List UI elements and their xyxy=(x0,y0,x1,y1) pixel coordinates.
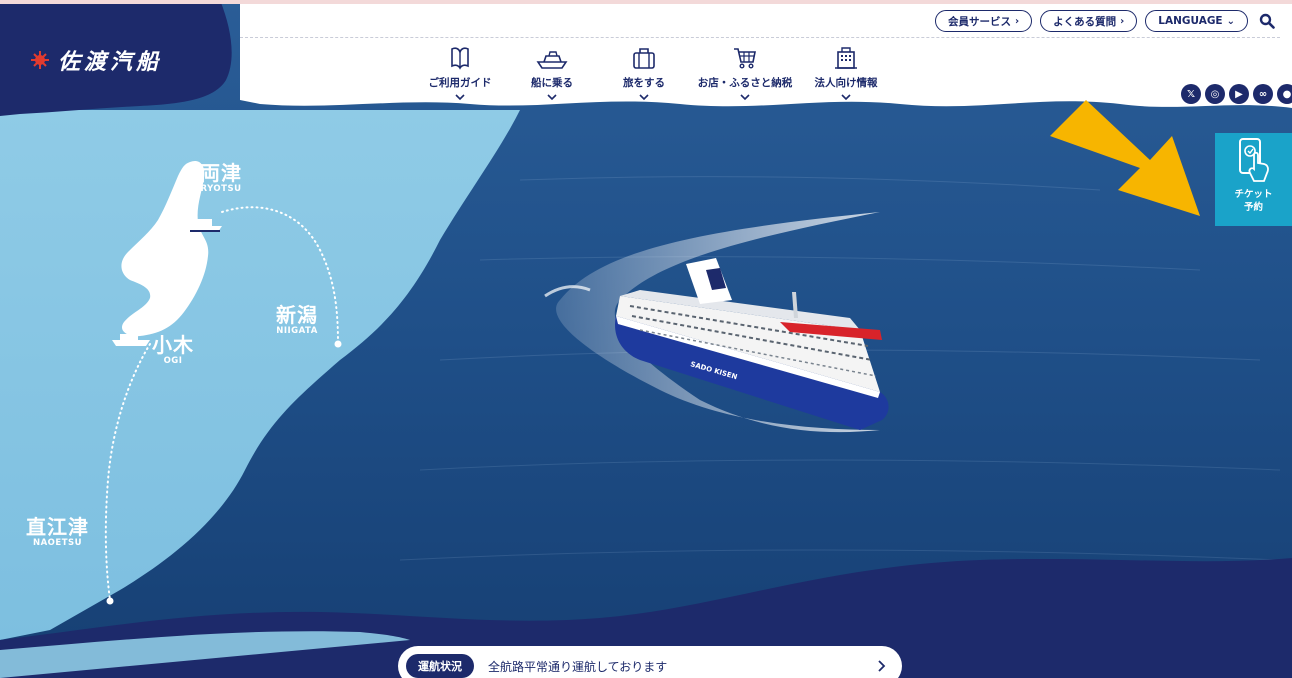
nav-label-ride: 船に乗る xyxy=(531,77,573,89)
social-links: 𝕏 ◎ ▶ ∞ ● xyxy=(1181,84,1292,104)
instagram-icon[interactable]: ◎ xyxy=(1205,84,1225,104)
status-badge: 運航状況 xyxy=(406,654,474,678)
nav-label-travel: 旅をする xyxy=(623,77,665,89)
port-name-jp: 新潟 xyxy=(276,303,318,327)
nav-item-corporate[interactable]: 法人向け情報 xyxy=(800,44,892,102)
port-name-en: OGI xyxy=(163,356,183,366)
ticket-label-line1: チケット xyxy=(1234,189,1273,200)
nav-item-travel[interactable]: 旅をする xyxy=(598,44,690,102)
line-icon[interactable]: ● xyxy=(1277,84,1292,104)
language-button[interactable]: LANGUAGE ⌄ xyxy=(1145,10,1248,32)
nav-label-shop: お店・ふるさと納税 xyxy=(697,77,793,89)
nav-label-corporate: 法人向け情報 xyxy=(814,77,878,89)
member-service-label: 会員サービス xyxy=(948,15,1012,28)
header-divider xyxy=(240,37,1280,38)
suitcase-icon xyxy=(633,48,655,69)
chevron-down-icon xyxy=(455,94,465,101)
ticket-reservation-button[interactable]: チケット 予約 xyxy=(1215,133,1292,226)
sado-kisen-emblem-icon xyxy=(31,51,49,69)
nav-item-shop[interactable]: お店・ふるさと納税 xyxy=(690,44,800,102)
building-icon xyxy=(835,47,857,69)
chevron-down-icon xyxy=(841,94,851,101)
chevron-down-icon xyxy=(639,94,649,101)
tripadvisor-icon[interactable]: ∞ xyxy=(1253,84,1273,104)
utility-bar: 会員サービス › よくある質問 › LANGUAGE ⌄ xyxy=(935,10,1278,32)
port-name-jp: 直江津 xyxy=(26,515,89,539)
faq-button[interactable]: よくある質問 › xyxy=(1040,10,1138,32)
port-name-en: NIIGATA xyxy=(276,326,318,336)
chevron-down-icon xyxy=(547,94,557,101)
port-name-en: NAOETSU xyxy=(32,538,83,548)
chevron-down-icon: ⌄ xyxy=(1226,15,1235,27)
port-label-naoetsu: 直江津 NAOETSU xyxy=(26,516,89,548)
youtube-icon[interactable]: ▶ xyxy=(1229,84,1249,104)
chevron-right-icon xyxy=(874,658,890,674)
chevron-right-icon: › xyxy=(1120,15,1125,27)
status-message: 全航路平常通り運航しております xyxy=(488,659,668,674)
x-icon[interactable]: 𝕏 xyxy=(1181,84,1201,104)
main-nav: ご利用ガイド 船に乗る 旅をする お店・ふるさと納税 法人向け情報 xyxy=(414,44,892,102)
port-name-jp: 両津 xyxy=(200,161,242,185)
operation-status-bar[interactable]: 運航状況 全航路平常通り運航しております xyxy=(398,646,902,678)
nav-item-ride[interactable]: 船に乗る xyxy=(506,44,598,102)
search-icon xyxy=(1259,13,1275,29)
brand-name: 佐渡汽船 xyxy=(58,50,163,75)
cart-icon xyxy=(734,48,756,69)
port-label-ryotsu: 両津 RYOTSU xyxy=(200,162,242,194)
ship-icon xyxy=(536,51,568,69)
port-name-en: RYOTSU xyxy=(200,184,242,194)
language-label: LANGUAGE xyxy=(1158,15,1223,27)
site-logo[interactable]: 佐渡汽船 xyxy=(30,44,162,76)
ticket-label-line2: 予約 xyxy=(1243,202,1263,213)
page: SADO KISEN 佐渡汽船 会員サービス › よくある質問 › LANGUA… xyxy=(0,0,1292,678)
member-service-button[interactable]: 会員サービス › xyxy=(935,10,1033,32)
port-label-niigata: 新潟 NIIGATA xyxy=(276,304,318,336)
guide-book-icon xyxy=(451,47,469,70)
port-name-jp: 小木 xyxy=(152,333,194,357)
nav-item-guide[interactable]: ご利用ガイド xyxy=(414,44,506,102)
faq-label: よくある質問 xyxy=(1053,15,1117,28)
search-button[interactable] xyxy=(1256,10,1278,32)
port-label-ogi: 小木 OGI xyxy=(152,334,194,366)
chevron-down-icon xyxy=(740,94,750,101)
nav-label-guide: ご利用ガイド xyxy=(428,77,492,89)
top-strip xyxy=(0,0,1292,4)
chevron-right-icon: › xyxy=(1015,15,1020,27)
smartphone-tap-icon xyxy=(1238,138,1269,182)
